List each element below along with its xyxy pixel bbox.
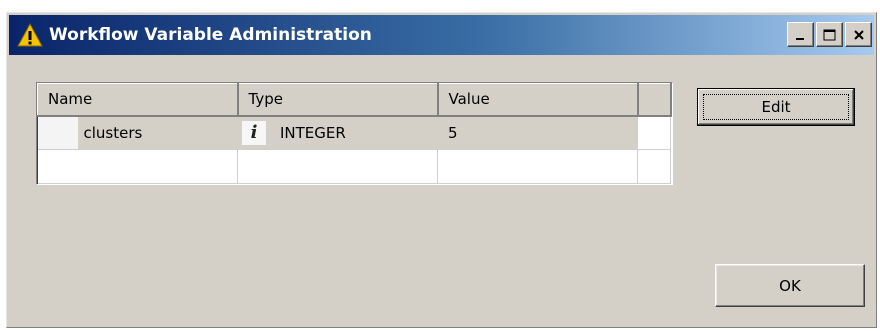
cell-filler bbox=[637, 149, 671, 184]
variable-type: INTEGER bbox=[280, 123, 346, 142]
close-button[interactable] bbox=[845, 22, 872, 47]
variable-value: 5 bbox=[448, 123, 458, 142]
cell-type[interactable]: i INTEGER bbox=[237, 115, 438, 150]
column-header-filler bbox=[637, 83, 672, 117]
cell-name[interactable] bbox=[37, 149, 238, 184]
warning-triangle-icon bbox=[17, 22, 43, 47]
cell-type[interactable] bbox=[237, 149, 438, 184]
close-icon bbox=[853, 29, 864, 40]
focus-rectangle bbox=[703, 94, 849, 120]
maximize-button[interactable] bbox=[816, 22, 843, 47]
column-header-type[interactable]: Type bbox=[237, 83, 439, 117]
ok-button-label: OK bbox=[779, 276, 801, 295]
cell-value[interactable]: 5 bbox=[437, 115, 638, 150]
column-header-value[interactable]: Value bbox=[437, 83, 639, 117]
column-header-name[interactable]: Name bbox=[37, 83, 239, 117]
table-header-row: Name Type Value bbox=[37, 83, 672, 117]
title-bar[interactable]: Workflow Variable Administration bbox=[9, 15, 874, 55]
cell-filler bbox=[637, 115, 671, 150]
window-title: Workflow Variable Administration bbox=[49, 25, 372, 45]
row-margin bbox=[37, 116, 78, 149]
minimize-button[interactable] bbox=[787, 22, 814, 47]
cell-value[interactable] bbox=[437, 149, 638, 184]
table-row[interactable] bbox=[37, 149, 671, 184]
dialog-window: Workflow Variable Administration Name Ty… bbox=[6, 12, 877, 328]
ok-button[interactable]: OK bbox=[715, 264, 865, 307]
minimize-icon bbox=[795, 37, 804, 40]
info-icon: i bbox=[242, 120, 266, 145]
cell-name[interactable]: clusters bbox=[37, 115, 238, 150]
variable-name: clusters bbox=[83, 123, 143, 142]
edit-button[interactable]: Edit bbox=[697, 88, 855, 126]
maximize-icon bbox=[823, 29, 836, 40]
table-row[interactable]: clusters i INTEGER 5 bbox=[37, 115, 671, 150]
variables-table[interactable]: Name Type Value clusters i INTEGER 5 bbox=[36, 82, 673, 185]
